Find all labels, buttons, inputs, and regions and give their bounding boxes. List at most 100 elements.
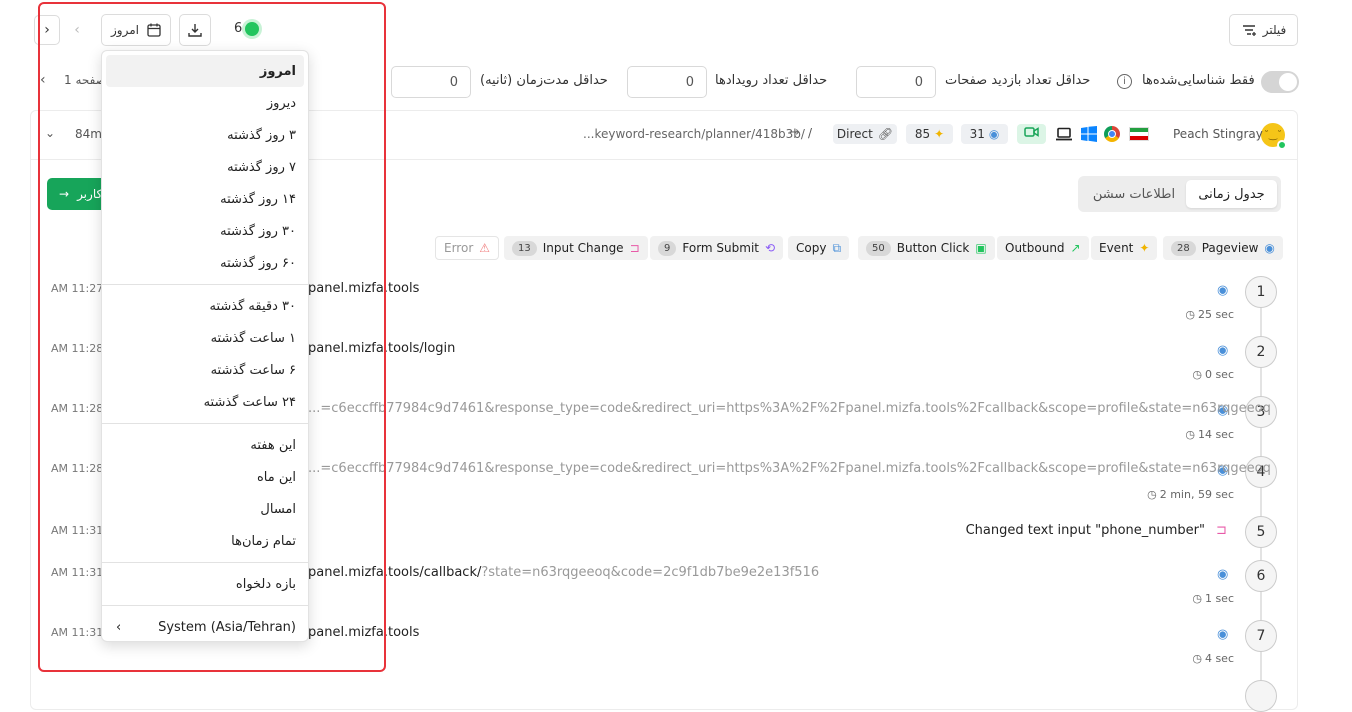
chip-outbound[interactable]: Outbound ↗ — [997, 236, 1089, 260]
date-option-last-3-days[interactable]: ۳ روز گذشته — [102, 119, 308, 151]
date-option-last-7-days[interactable]: ۷ روز گذشته — [102, 151, 308, 183]
event-text[interactable]: ...=c6eccffb77984c9d7461&response_type=c… — [308, 461, 1271, 476]
event-time: 11:28 AM — [51, 342, 104, 355]
event-text[interactable]: panel.mizfa.tools/callback/?state=n63rqg… — [308, 565, 819, 580]
chip-button-click-label: Button Click — [896, 241, 970, 255]
step-number: 1 — [1245, 276, 1277, 308]
avatar[interactable]: ˘‿˘ — [1261, 123, 1287, 150]
eye-icon[interactable]: ◉ — [1217, 567, 1233, 583]
avatar-online-dot — [1277, 140, 1287, 150]
chip-form-submit-count: 9 — [658, 240, 677, 256]
timezone-selector[interactable]: System (Asia/Tehran) › — [102, 611, 308, 643]
chrome-icon — [1104, 126, 1120, 142]
eye-icon[interactable]: ◉ — [1217, 627, 1233, 643]
event-text[interactable]: panel.mizfa.tools — [308, 625, 419, 640]
clock-icon: ◷ — [1192, 368, 1202, 381]
eye-icon: ◉ — [988, 127, 1000, 141]
filter-button[interactable]: فیلتر — [1229, 14, 1298, 46]
tab-timeline[interactable]: جدول زمانی — [1186, 180, 1277, 208]
event-time: 11:28 AM — [51, 402, 104, 415]
laptop-icon — [1055, 127, 1073, 141]
date-option-last-60-days[interactable]: ۶۰ روز گذشته — [102, 247, 308, 279]
events-badge: 85 ✦ — [906, 124, 953, 144]
chevron-right-icon: › — [44, 22, 50, 38]
date-option-this-month[interactable]: این ماه — [102, 461, 308, 493]
event-time: 11:31 AM — [51, 524, 104, 537]
chevron-right-icon: › — [116, 619, 122, 635]
date-option-yesterday[interactable]: دیروز — [102, 87, 308, 119]
chip-error[interactable]: Error ⚠ — [435, 236, 500, 260]
sparkle-icon: ✦ — [934, 127, 945, 141]
date-option-last-24-hours[interactable]: ۲۴ ساعت گذشته — [102, 386, 308, 418]
tab-session-info[interactable]: اطلاعات سشن — [1084, 180, 1184, 208]
online-count: 6 — [234, 21, 243, 36]
clock-icon: ◷ — [1185, 428, 1195, 441]
sparkle-icon: ✦ — [1139, 241, 1150, 255]
path-separator: / — [808, 126, 813, 140]
eye-icon[interactable]: ◉ — [1217, 343, 1233, 359]
clock-icon: ◷ — [1192, 592, 1202, 605]
date-option-last-1-hour[interactable]: ۱ ساعت گذشته — [102, 322, 308, 354]
date-option-last-6-hours[interactable]: ۶ ساعت گذشته — [102, 354, 308, 386]
step-number: 2 — [1245, 336, 1277, 368]
clock-icon: ◷ — [1147, 488, 1157, 501]
chip-input-change[interactable]: 13 Input Change ⊐ — [504, 236, 648, 260]
date-option-this-week[interactable]: این هفته — [102, 429, 308, 461]
date-option-all-time[interactable]: تمام زمان‌ها — [102, 525, 308, 557]
page-label: صفحه 1 — [64, 73, 106, 87]
page-prev-icon[interactable]: ‹ — [40, 72, 46, 88]
pageviews-badge: 31 ◉ — [961, 124, 1008, 144]
clock-icon: ◷ — [1185, 308, 1195, 321]
iran-flag-icon — [1129, 127, 1149, 141]
identified-only-toggle[interactable] — [1261, 71, 1299, 93]
event-text[interactable]: panel.mizfa.tools/login — [308, 341, 455, 356]
event-time: 11:31 AM — [51, 626, 104, 639]
min-duration-input[interactable]: 0 — [391, 66, 471, 98]
date-range-button[interactable]: امروز — [101, 14, 171, 46]
min-events-input[interactable]: 0 — [627, 66, 707, 98]
filter-label: فیلتر — [1262, 23, 1287, 37]
prev-button[interactable]: › — [34, 15, 60, 45]
chip-outbound-label: Outbound — [1005, 241, 1065, 255]
warning-icon: ⚠ — [479, 241, 491, 255]
eye-icon[interactable]: ◉ — [1217, 283, 1233, 299]
click-icon: ▣ — [975, 241, 987, 255]
date-option-last-14-days[interactable]: ۱۴ روز گذشته — [102, 183, 308, 215]
external-link-icon: ↗ — [1070, 241, 1081, 255]
chip-input-change-count: 13 — [512, 240, 537, 256]
expand-chevron-icon[interactable]: ⌄ — [45, 126, 55, 140]
date-range-label: امروز — [111, 23, 139, 37]
event-text[interactable]: panel.mizfa.tools — [308, 281, 419, 296]
chip-copy[interactable]: Copy ⧉ — [788, 236, 850, 260]
date-option-this-year[interactable]: امسال — [102, 493, 308, 525]
video-button[interactable] — [1017, 124, 1046, 144]
date-option-last-30-minutes[interactable]: ۳۰ دقیقه گذشته — [102, 290, 308, 322]
referrer-label: Direct — [836, 127, 873, 141]
event-duration: ◷ 0 sec — [1192, 368, 1234, 381]
tab-session-info-label: اطلاعات سشن — [1092, 186, 1176, 202]
chip-pageview[interactable]: 28 Pageview ◉ — [1163, 236, 1283, 260]
input-icon: ⊐ — [629, 241, 640, 255]
chip-input-change-label: Input Change — [542, 241, 624, 255]
chip-event-label: Event — [1099, 241, 1134, 255]
step-number: 7 — [1245, 620, 1277, 652]
events-count: 85 — [914, 127, 931, 141]
step-number-partial — [1245, 680, 1277, 712]
date-option-today[interactable]: امروز — [106, 55, 304, 87]
download-button[interactable] — [179, 14, 211, 46]
next-button[interactable]: ‹ — [62, 15, 92, 45]
dropdown-divider — [102, 423, 308, 424]
chip-event[interactable]: Event ✦ — [1091, 236, 1158, 260]
event-duration: ◷ 2 min, 59 sec — [1147, 488, 1234, 501]
date-option-custom-range[interactable]: بازه دلخواه — [102, 568, 308, 600]
date-option-last-30-days[interactable]: ۳۰ روز گذشته — [102, 215, 308, 247]
tab-timeline-label: جدول زمانی — [1198, 186, 1265, 202]
min-page-views-input[interactable]: 0 — [856, 66, 936, 98]
calendar-icon — [147, 23, 161, 37]
user-name[interactable]: Peach Stingray — [1173, 127, 1263, 141]
event-text[interactable]: Changed text input "phone_number" — [966, 523, 1205, 538]
event-text[interactable]: ...=c6eccffb77984c9d7461&response_type=c… — [308, 401, 1271, 416]
download-icon — [188, 23, 202, 37]
chip-button-click[interactable]: 50 Button Click ▣ — [858, 236, 995, 260]
chip-form-submit[interactable]: 9 Form Submit ⟲ — [650, 236, 784, 260]
